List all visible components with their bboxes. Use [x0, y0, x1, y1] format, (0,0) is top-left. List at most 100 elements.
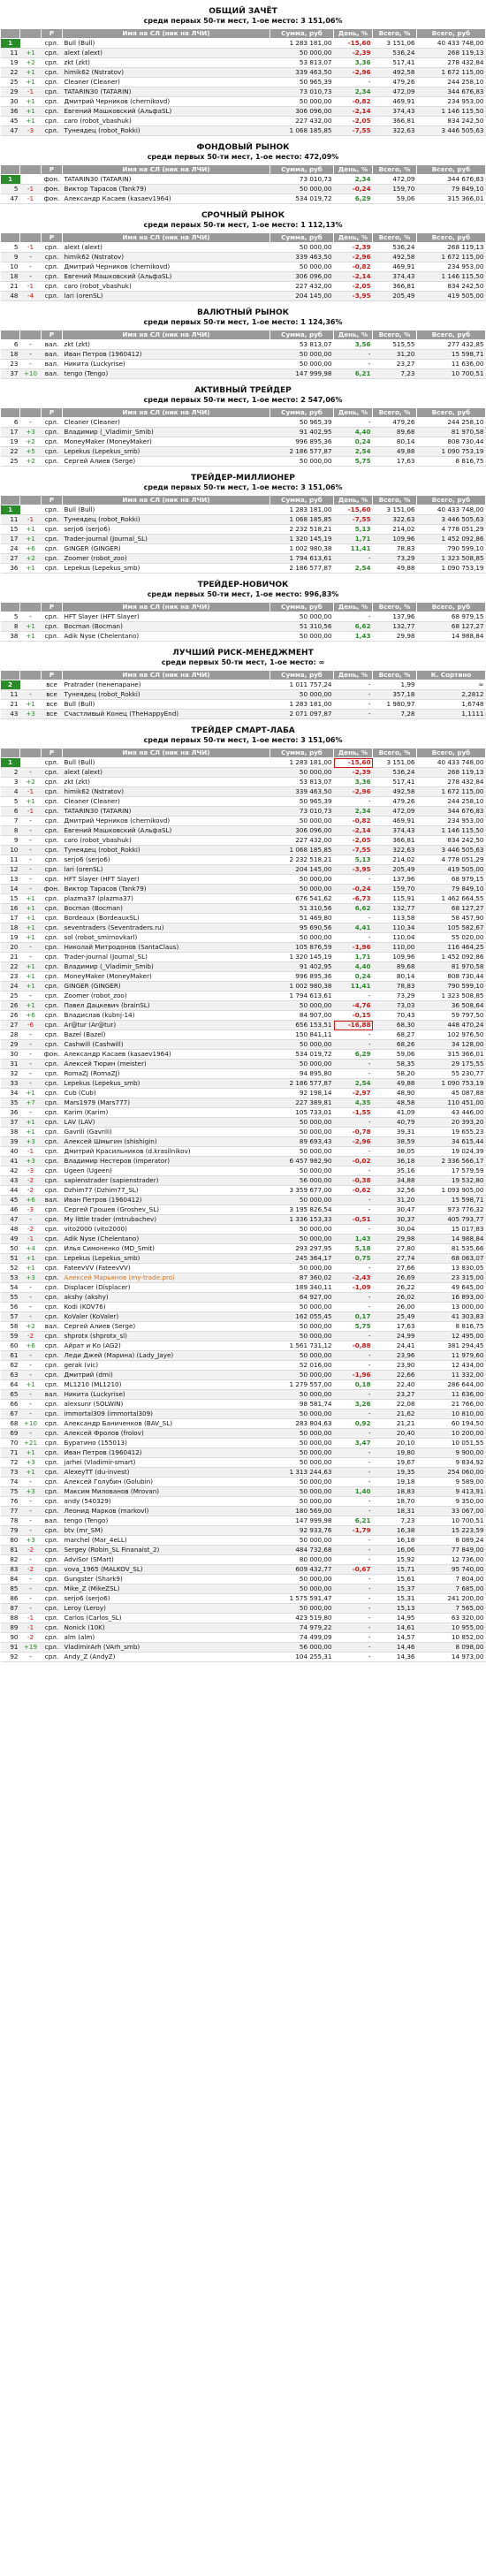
table-row[interactable]: 38 +1 срл. Adik Nyse (Chelentano) 50 000,00 1…	[0, 631, 486, 642]
table-row[interactable]: 39 +3 срл. Алексей Шмыгин (shishigin) 89 693…	[0, 1136, 486, 1147]
table-row[interactable]: 50 +4 срл. Илья Симоненко (MD_Smit) 293 297,…	[0, 1243, 486, 1254]
table-row[interactable]: 56- срл. Kodi (KOV76) 50 000,00-26,00 13 000…	[0, 1302, 486, 1312]
table-row[interactable]: 25- срл. Zoomer (robot_zoo) 1 794 613,61-73…	[0, 991, 486, 1001]
col-header[interactable]: Всего, руб	[416, 28, 486, 39]
col-header[interactable]: Всего, руб	[416, 164, 486, 175]
table-row[interactable]: 8- срл. Евгений Машковский (АльфаSL) 306 09…	[0, 825, 486, 836]
table-row[interactable]: 40 -1 срл. Дмитрий Красильников (d.krasilni…	[0, 1146, 486, 1157]
table-row[interactable]: 4 -1 срл. himik62 (Nstratov) 339 463,50 -2,96…	[0, 786, 486, 797]
table-row[interactable]: 82- срл. AdviSor (SMart) 80 000,00-15,92 12 …	[0, 1554, 486, 1565]
table-row[interactable]: 17 +1 срл. Bordeaux (BordeauxSL) 51 469,80-1…	[0, 913, 486, 923]
col-header[interactable]: Сумма, руб	[270, 164, 334, 175]
col-header[interactable]: Имя на СЛ (ник на ЛЧИ)	[62, 602, 270, 612]
table-row[interactable]: 28- срл. Bazel (Bazel) 150 841,11-68,27 102 …	[0, 1030, 486, 1040]
col-header[interactable]: День, %	[333, 164, 373, 175]
table-row[interactable]: 2- срл. alext (alext) 50 000,00 -2,39 536,24 2…	[0, 767, 486, 778]
table-row[interactable]: 11 +1 срл. alext (alext) 50 000,00 -2,39 536,2…	[0, 48, 486, 58]
table-row[interactable]: 26 +1 срл. Павел Дацкевич (brainSL) 50 000,0…	[0, 1000, 486, 1011]
table-row[interactable]: 25 +2 срл. Сергей Алиев (Serge) 50 000,00 5,7…	[0, 456, 486, 467]
col-header[interactable]: Всего, %	[372, 495, 417, 505]
col-header[interactable]: К. Сортино	[416, 670, 486, 680]
table-row[interactable]: 68 +10 срл. Александр Баниченков (BAV_SL) 28…	[0, 1418, 486, 1429]
table-row[interactable]: 70 +21 срл. Буратино (155013) 50 000,00 3,47 2…	[0, 1438, 486, 1448]
table-row[interactable]: 73 +1 срл. AlexeyTT (du-invest) 1 313 244,63…	[0, 1467, 486, 1478]
col-header[interactable]: День, %	[333, 748, 373, 758]
table-row[interactable]: 91 +19 срл. VladimirArh (VArh_smb) 56 000,00…	[0, 1642, 486, 1653]
table-row[interactable]: 5 -1 фон. Виктор Тарасов (Tank79) 50 000,00-…	[0, 184, 486, 194]
table-row[interactable]: 24 +6 срл. GINGER (GINGER) 1 002 980,38 11,41…	[0, 543, 486, 554]
table-row[interactable]: 18- вал. Иван Петров (1960412) 50 000,00-31…	[0, 349, 486, 360]
col-header[interactable]: Имя на СЛ (ник на ЛЧИ)	[62, 495, 270, 505]
table-row[interactable]: 6- срл. Cleaner (Cleaner) 50 965,39-479,26 2…	[0, 417, 486, 428]
table-row[interactable]: 2 все Pratrader (пенепаране) 1 011 757,24-1…	[0, 680, 486, 690]
table-row[interactable]: 1 срл. Bull (Bull) 1 283 181,00 -15,60 3 151,…	[0, 505, 486, 515]
table-row[interactable]: 1 фон. TATARIN30 (TATARIN) 73 010,73 2,34 472…	[0, 174, 486, 185]
table-row[interactable]: 10- срл. Дмитрий Черников (chernikovd) 50 0…	[0, 262, 486, 272]
table-row[interactable]: 19 +1 срл. sol (robot_smirnovkarl) 50 000,00…	[0, 932, 486, 943]
table-row[interactable]: 45 +1 срл. caro (robot_vbashuk) 227 432,00 -2…	[0, 116, 486, 126]
table-row[interactable]: 3 +2 срл. zkt (zkt) 53 813,07 3,36 517,41 278 4…	[0, 777, 486, 787]
col-header[interactable]: Всего, %	[372, 232, 417, 243]
table-row[interactable]: 35 +7 срл. Mars1979 (Mars777) 227 389,81 4,35…	[0, 1098, 486, 1108]
table-row[interactable]: 20- срл. Николай Митродонов (SantaClaus) 10…	[0, 942, 486, 953]
table-row[interactable]: 22 +1 срл. Владимир (_Vladimir_Smib) 91 402,…	[0, 961, 486, 972]
col-header[interactable]: Всего, %	[372, 670, 417, 680]
table-row[interactable]: 1 срл. Bull (Bull) 1 283 181,00 -15,60 3 151,…	[0, 38, 486, 49]
table-row[interactable]: 32- срл. RomaZJ (RomaZJ) 94 895,80-58,20 55 …	[0, 1068, 486, 1079]
col-header[interactable]: Всего, руб	[416, 495, 486, 505]
table-row[interactable]: 33- срл. Lepekus (Lepekus_smb) 2 186 577,87…	[0, 1078, 486, 1089]
col-header[interactable]: Сумма, руб	[270, 748, 334, 758]
table-row[interactable]: 90 -2 срл. alm (alm) 74 499,09-14,57 10 852,0…	[0, 1632, 486, 1643]
table-row[interactable]: 14- фон. Виктор Тарасов (Tank79) 50 000,00-…	[0, 884, 486, 894]
col-header[interactable]: Всего, %	[372, 330, 417, 340]
col-header[interactable]: Имя на СЛ (ник на ЛЧИ)	[62, 164, 270, 175]
table-row[interactable]: 47 -1 фон. Александр Касаев (kasaev1964) 534…	[0, 194, 486, 204]
table-row[interactable]: 63- срл. Дмитрий (dmi) 50 000,00 -1,96 22,66 1…	[0, 1370, 486, 1380]
table-row[interactable]: 11- срл. serjo6 (serjo6) 2 232 518,21 5,13 21…	[0, 855, 486, 865]
table-row[interactable]: 22 +5 срл. Lepekus (Lepekus_smb) 2 186 577,8…	[0, 446, 486, 457]
table-row[interactable]: 6- вал. zkt (zkt) 53 813,07 3,56 515,55 277 43…	[0, 339, 486, 350]
table-row[interactable]: 37 +1 срл. LAV (LAV) 50 000,00-40,79 20 393,2…	[0, 1117, 486, 1128]
table-row[interactable]: 83 -2 срл. vova_1965 (MALKOV_SL) 609 432,77-…	[0, 1564, 486, 1575]
col-header[interactable]: Всего, руб	[416, 232, 486, 243]
table-row[interactable]: 13- срл. HFT Slayer (HFT Slayer) 50 000,00-…	[0, 874, 486, 885]
col-header[interactable]: День, %	[333, 28, 373, 39]
table-row[interactable]: 31- срл. Алексей Тюрин (meister) 50 000,00-…	[0, 1059, 486, 1069]
table-row[interactable]: 77- срл. Леонид Марков (markovl) 180 569,00…	[0, 1506, 486, 1516]
table-row[interactable]: 18- срл. Евгений Машковский (АльфаSL) 306 0…	[0, 271, 486, 282]
table-row[interactable]: 48 -2 срл. vito2000 (vito2000) 50 000,00-30,…	[0, 1224, 486, 1235]
table-row[interactable]: 72 +3 срл. jarhei (Vladimir-smart) 50 000,00…	[0, 1457, 486, 1468]
col-header[interactable]: Всего, руб	[416, 748, 486, 758]
col-header[interactable]: Имя на СЛ (ник на ЛЧИ)	[62, 232, 270, 243]
col-header[interactable]: День, %	[333, 602, 373, 612]
table-row[interactable]: 9- срл. caro (robot_vbashuk) 227 432,00 -2,0…	[0, 835, 486, 846]
table-row[interactable]: 15 +1 срл. plazma37 (plazma37) 676 541,62 -6,…	[0, 893, 486, 904]
table-row[interactable]: 23- вал. Никита (Luckyrise) 50 000,00-23,27…	[0, 359, 486, 369]
table-row[interactable]: 64 +1 срл. ML1210 (ML1210) 1 279 557,00 0,18 2…	[0, 1379, 486, 1390]
table-row[interactable]: 21 -1 срл. caro (robot_vbashuk) 227 432,00 -2…	[0, 281, 486, 292]
table-row[interactable]: 67- срл. immortal309 (immortal309) 50 000,0…	[0, 1409, 486, 1419]
col-header[interactable]: Сумма, руб	[270, 495, 334, 505]
table-row[interactable]: 87- срл. Leroy (Leroy) 50 000,00-15,13 7 565…	[0, 1603, 486, 1614]
col-header[interactable]: Всего, руб	[416, 407, 486, 418]
col-header[interactable]: Всего, руб	[416, 602, 486, 612]
table-row[interactable]: 55- срл. akshy (akshy) 64 927,00-26,02 16 89…	[0, 1292, 486, 1303]
table-row[interactable]: 23 +1 срл. MoneyMaker (MoneyMaker) 996 895,3…	[0, 971, 486, 982]
table-row[interactable]: 74- срл. Алексей Голубин (Golubin) 50 000,0…	[0, 1477, 486, 1487]
table-row[interactable]: 43 +3 все Счастливый Конец (TheHappyEnd) 2 0…	[0, 709, 486, 719]
table-row[interactable]: 60 +6 срл. Айрат и Ко (AG2) 1 561 731,12 -0,8…	[0, 1341, 486, 1351]
table-row[interactable]: 49 -1 срл. Adik Nyse (Chelentano) 50 000,00 1…	[0, 1234, 486, 1244]
table-row[interactable]: 5- срл. HFT Slayer (HFT Slayer) 50 000,00-1…	[0, 612, 486, 622]
table-row[interactable]: 51 +1 срл. Lepekus (Lepekus_smb) 245 364,17 0…	[0, 1253, 486, 1264]
col-header[interactable]: Всего, %	[372, 28, 417, 39]
table-row[interactable]: 16 +1 срл. Bocman (Bocman) 51 310,56 6,62 132,…	[0, 903, 486, 914]
table-row[interactable]: 46 -3 срл. Сергей Грошев (Groshev_SL) 3 195 …	[0, 1204, 486, 1215]
table-row[interactable]: 36 +1 срл. Lepekus (Lepekus_smb) 2 186 577,8…	[0, 563, 486, 574]
table-row[interactable]: 11- все Тунеядец (robot_Rokki) 50 000,00-35…	[0, 689, 486, 700]
table-row[interactable]: 41 +3 срл. Владимир Нестеров (imperator) 6 4…	[0, 1156, 486, 1166]
table-row[interactable]: 36 +1 срл. Евгений Машковский (АльфаSL) 306 …	[0, 106, 486, 117]
table-row[interactable]: 45 +6 вал. Иван Петров (1960412) 50 000,00-3…	[0, 1195, 486, 1205]
col-header[interactable]: Имя на СЛ (ник на ЛЧИ)	[62, 330, 270, 340]
col-header[interactable]: Имя на СЛ (ник на ЛЧИ)	[62, 670, 270, 680]
col-header[interactable]: День, %	[333, 330, 373, 340]
